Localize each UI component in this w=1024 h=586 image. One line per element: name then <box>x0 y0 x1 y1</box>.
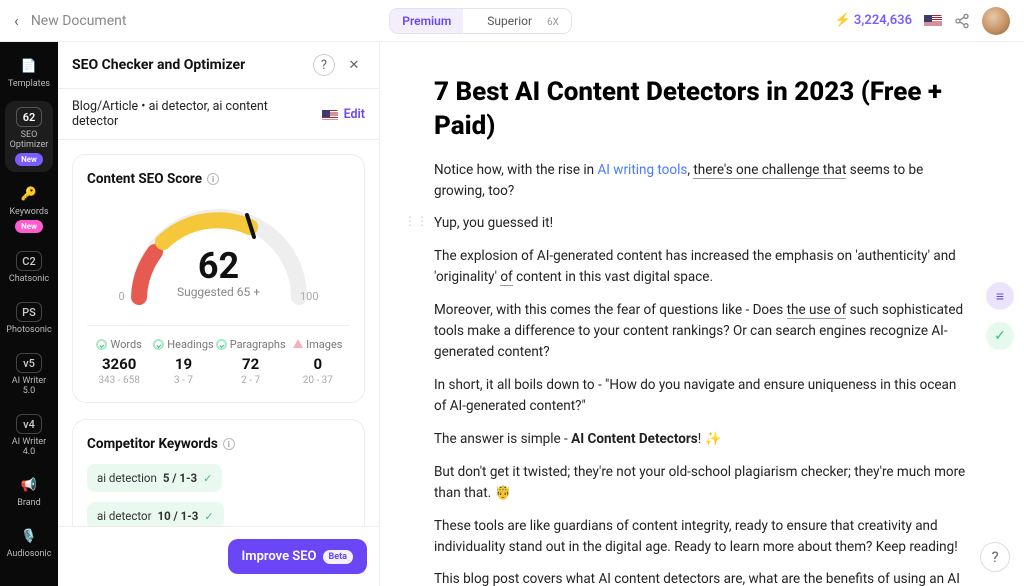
rail-aiwriter5[interactable]: v5 AI Writer 5.0 <box>5 347 53 402</box>
back-chevron-icon[interactable]: ‹ <box>14 11 19 30</box>
keywords-icon: 🔑 <box>16 184 42 204</box>
grammar-check-icon[interactable]: ✓ <box>986 322 1014 350</box>
content-stats-row: Words 3260 343 - 658 Headings 19 3 - 7 P… <box>87 325 350 386</box>
doc-paragraph: The answer is simple - AI Content Detect… <box>434 429 970 450</box>
drag-handle-icon[interactable]: ⋮⋮ <box>404 212 428 231</box>
help-bubble[interactable]: ? <box>980 542 1010 572</box>
check-icon <box>96 339 107 350</box>
flag-icon <box>322 110 338 121</box>
outline-icon[interactable]: ≡ <box>986 282 1014 310</box>
credits-counter[interactable]: ⚡3,224,636 <box>835 13 912 28</box>
doc-paragraph: These tools are like guardians of conten… <box>434 516 970 558</box>
panel-footer: Improve SEO Beta <box>58 526 379 586</box>
competitor-keywords-card: Competitor Keywords i ai detection 5 / 1… <box>72 419 365 526</box>
info-icon[interactable]: i <box>207 173 219 185</box>
info-icon[interactable]: i <box>223 438 235 450</box>
panel-title: SEO Checker and Optimizer <box>72 57 305 73</box>
floating-actions: ≡ ✓ <box>986 282 1014 350</box>
help-icon[interactable]: ? <box>313 54 335 76</box>
beta-badge: Beta <box>323 550 353 564</box>
rail-seo-optimizer[interactable]: 62 SEO Optimizer New <box>5 101 53 172</box>
flag-icon[interactable] <box>924 15 942 27</box>
doc-title[interactable]: New Document <box>31 13 127 29</box>
doc-paragraph: Yup, you guessed it! <box>434 213 970 234</box>
stat-paragraphs: Paragraphs 72 2 - 7 <box>216 338 286 386</box>
plan-switch[interactable]: Premium Superior6X <box>389 8 572 34</box>
check-icon: ✓ <box>203 472 212 485</box>
siderail: 📄 Templates 62 SEO Optimizer New 🔑 Keywo… <box>0 42 58 586</box>
doc-paragraph: But don't get it twisted; they're not yo… <box>434 462 970 504</box>
photosonic-icon: PS <box>16 302 42 322</box>
stat-words: Words 3260 343 - 658 <box>87 338 151 386</box>
check-icon <box>216 339 227 350</box>
doc-h1[interactable]: 7 Best AI Content Detectors in 2023 (Fre… <box>434 76 970 144</box>
new-badge: New <box>15 153 43 166</box>
topbar: ‹ New Document Premium Superior6X ⚡3,224… <box>0 0 1024 42</box>
check-icon: ✓ <box>204 510 213 523</box>
ai-writing-tools-link[interactable]: AI writing tools <box>597 162 687 178</box>
rail-chatsonic[interactable]: C2 Chatsonic <box>5 245 53 290</box>
seo-score-card: Content SEO Score i 62 Suggested 65 + <box>72 154 365 403</box>
rail-keywords[interactable]: 🔑 Keywords New <box>5 178 53 239</box>
seo-gauge: 62 Suggested 65 + 0 100 <box>119 197 319 307</box>
v5-icon: v5 <box>16 353 42 373</box>
document-editor[interactable]: ⋮⋮ 7 Best AI Content Detectors in 2023 (… <box>380 42 1024 586</box>
doc-paragraph: Notice how, with the rise in AI writing … <box>434 160 970 202</box>
gauge-score-value: 62 <box>119 245 319 287</box>
close-icon[interactable]: ✕ <box>343 54 365 76</box>
underlined-text: there's one challenge that <box>693 162 846 179</box>
underlined-text: of <box>500 269 512 286</box>
avatar[interactable] <box>982 7 1010 35</box>
check-icon <box>153 339 164 350</box>
stat-headings: Headings 19 3 - 7 <box>151 338 215 386</box>
plan-premium[interactable]: Premium <box>390 9 463 33</box>
gauge-suggested: Suggested 65 + <box>119 285 319 299</box>
rail-templates[interactable]: 📄 Templates <box>5 50 53 95</box>
rail-audiosonic[interactable]: 🎙️ Audiosonic <box>5 520 53 565</box>
improve-seo-button[interactable]: Improve SEO Beta <box>228 539 367 574</box>
rail-aiwriter4[interactable]: v4 AI Writer 4.0 <box>5 408 53 463</box>
gauge-min: 0 <box>119 290 125 303</box>
seo-panel: SEO Checker and Optimizer ? ✕ Blog/Artic… <box>58 42 380 586</box>
v4-icon: v4 <box>16 414 42 434</box>
rail-photosonic[interactable]: PS Photosonic <box>5 296 53 341</box>
doc-paragraph: This blog post covers what AI content de… <box>434 569 970 586</box>
panel-header: SEO Checker and Optimizer ? ✕ <box>58 42 379 89</box>
underlined-text: the use of <box>787 302 847 319</box>
underlined-link-text: This blog post covers what AI content de… <box>434 571 966 586</box>
share-icon[interactable] <box>954 13 970 29</box>
new-badge: New <box>15 220 43 233</box>
panel-subheader: Blog/Article • ai detector, ai content d… <box>58 89 379 140</box>
edit-link[interactable]: Edit <box>344 107 365 122</box>
warn-icon <box>293 339 303 348</box>
doc-paragraph: The explosion of AI-generated content ha… <box>434 246 970 288</box>
competitor-keywords-title: Competitor Keywords i <box>87 436 350 452</box>
keyword-chip[interactable]: ai detector 10 / 1-3✓ <box>87 502 224 526</box>
stat-images: Images 0 20 - 37 <box>286 338 350 386</box>
seo-score-title: Content SEO Score i <box>87 171 350 187</box>
audio-icon: 🎙️ <box>16 526 42 546</box>
keyword-chip[interactable]: ai detection 5 / 1-3✓ <box>87 464 222 492</box>
megaphone-icon: 📢 <box>16 475 42 495</box>
chatsonic-icon: C2 <box>16 251 42 271</box>
templates-icon: 📄 <box>16 56 42 76</box>
doc-paragraph: In short, it all boils down to - "How do… <box>434 375 970 417</box>
seo-score-icon: 62 <box>16 107 42 127</box>
doc-paragraph: Moreover, with this comes the fear of qu… <box>434 300 970 363</box>
rail-brand[interactable]: 📢 Brand <box>5 469 53 514</box>
plan-superior[interactable]: Superior6X <box>463 9 571 33</box>
gauge-max: 100 <box>300 290 319 303</box>
content-type-keywords: Blog/Article • ai detector, ai content d… <box>72 99 316 129</box>
